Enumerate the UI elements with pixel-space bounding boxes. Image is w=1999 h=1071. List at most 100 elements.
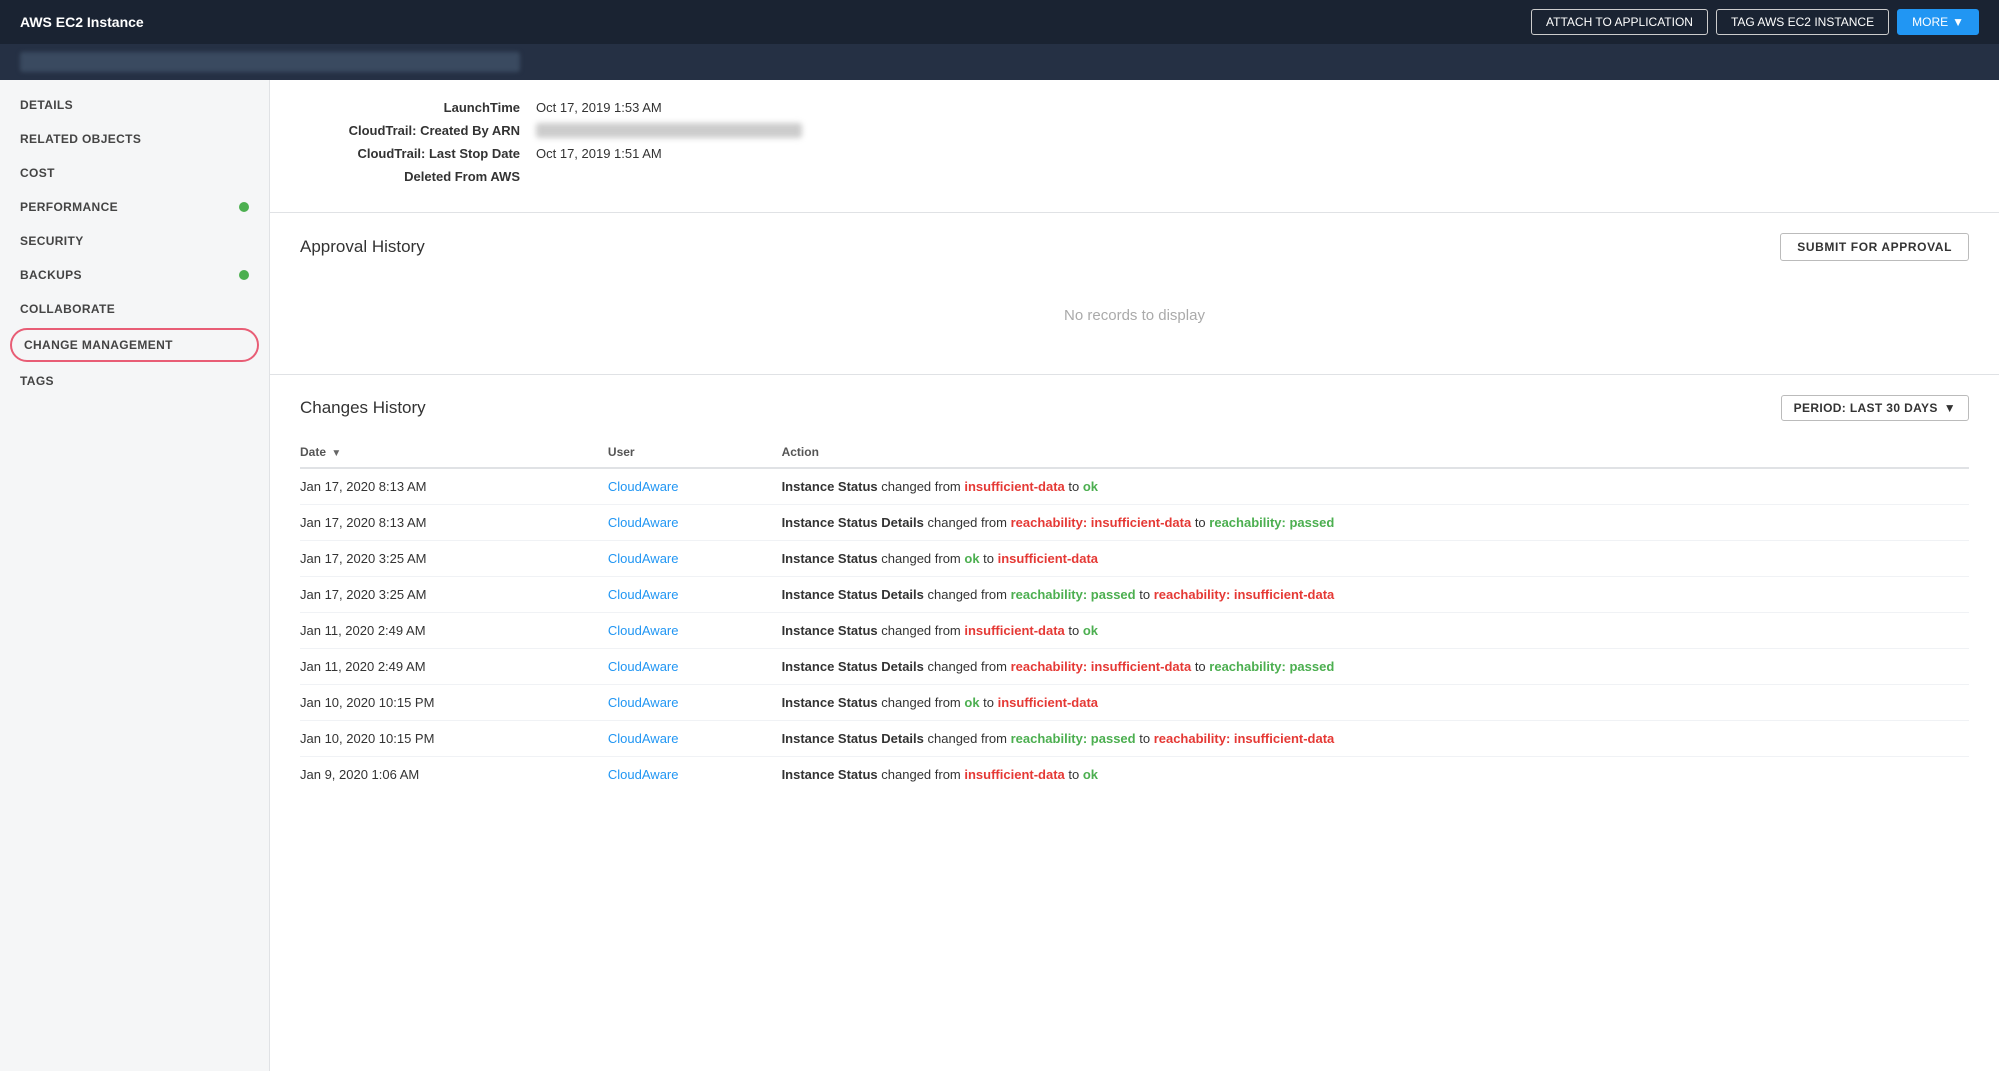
action-to-value: reachability: insufficient-data: [1154, 587, 1335, 602]
col-date[interactable]: Date ▼: [300, 437, 608, 468]
cell-user: CloudAware: [608, 721, 782, 757]
cell-action: Instance Status changed from ok to insuf…: [782, 685, 1969, 721]
action-from-value: ok: [964, 551, 979, 566]
approval-history-title: Approval History: [300, 237, 425, 257]
table-row: Jan 17, 2020 8:13 AMCloudAware Instance S…: [300, 468, 1969, 505]
table-row: Jan 9, 2020 1:06 AMCloudAwareInstance St…: [300, 757, 1969, 793]
page-title: AWS EC2 Instance: [20, 14, 144, 30]
action-to-value: ok: [1083, 623, 1098, 638]
sort-arrow-icon: ▼: [331, 448, 341, 459]
more-button[interactable]: MORE ▼: [1897, 9, 1979, 35]
cell-user: CloudAware: [608, 757, 782, 793]
user-link[interactable]: CloudAware: [608, 767, 679, 782]
cell-action: Instance Status changed from insufficien…: [782, 757, 1969, 793]
sidebar-item-details[interactable]: DETAILS: [0, 88, 269, 122]
user-link[interactable]: CloudAware: [608, 551, 679, 566]
cloudtrail-stop-label: CloudTrail: Last Stop Date: [300, 146, 520, 161]
action-prefix: Instance Status Details: [782, 587, 924, 602]
cell-user: CloudAware: [608, 613, 782, 649]
action-from-value: insufficient-data: [964, 767, 1064, 782]
sidebar-item-tags[interactable]: TAGS: [0, 364, 269, 398]
sidebar-item-label: PERFORMANCE: [20, 200, 118, 214]
cloudtrail-arn-label: CloudTrail: Created By ARN: [300, 123, 520, 138]
user-link[interactable]: CloudAware: [608, 479, 679, 494]
table-row: Jan 17, 2020 3:25 AMCloudAwareInstance S…: [300, 577, 1969, 613]
action-to-value: ok: [1083, 767, 1098, 782]
sidebar-item-security[interactable]: SECURITY: [0, 224, 269, 258]
approval-history-header: Approval History SUBMIT FOR APPROVAL: [300, 233, 1969, 261]
sidebar-item-change-management[interactable]: CHANGE MANAGEMENT: [10, 328, 259, 362]
cell-action: Instance Status changed from ok to insuf…: [782, 541, 1969, 577]
chevron-down-icon: ▼: [1952, 15, 1964, 29]
deleted-label: Deleted From AWS: [300, 169, 520, 184]
cell-action: Instance Status changed from insufficien…: [782, 613, 1969, 649]
sidebar-item-backups[interactable]: BACKUPS: [0, 258, 269, 292]
approval-history-section: Approval History SUBMIT FOR APPROVAL No …: [270, 213, 1999, 375]
deleted-row: Deleted From AWS: [300, 169, 1969, 184]
sidebar-item-label: SECURITY: [20, 234, 84, 248]
cell-user: CloudAware: [608, 649, 782, 685]
content-area: LaunchTime Oct 17, 2019 1:53 AM CloudTra…: [270, 80, 1999, 1071]
action-to-value: insufficient-data: [998, 695, 1098, 710]
table-header: Date ▼ User Action: [300, 437, 1969, 468]
status-dot-icon: [239, 202, 249, 212]
action-prefix: Instance Status Details: [782, 659, 924, 674]
sidebar-item-cost[interactable]: COST: [0, 156, 269, 190]
sidebar-item-performance[interactable]: PERFORMANCE: [0, 190, 269, 224]
action-to-value: reachability: insufficient-data: [1154, 731, 1335, 746]
action-from-value: reachability: insufficient-data: [1011, 515, 1192, 530]
sidebar-item-related-objects[interactable]: RELATED OBJECTS: [0, 122, 269, 156]
user-link[interactable]: CloudAware: [608, 659, 679, 674]
action-prefix: Instance Status: [782, 479, 878, 494]
user-link[interactable]: CloudAware: [608, 623, 679, 638]
action-prefix: Instance Status: [782, 767, 878, 782]
no-records-message: No records to display: [300, 277, 1969, 354]
user-link[interactable]: CloudAware: [608, 515, 679, 530]
sidebar-item-label: TAGS: [20, 374, 54, 388]
cell-action: Instance Status changed from insufficien…: [782, 468, 1969, 505]
sidebar-item-label: BACKUPS: [20, 268, 82, 282]
table-row: Jan 17, 2020 3:25 AMCloudAwareInstance S…: [300, 541, 1969, 577]
attach-to-application-button[interactable]: ATTACH TO APPLICATION: [1531, 9, 1708, 35]
details-section: LaunchTime Oct 17, 2019 1:53 AM CloudTra…: [270, 80, 1999, 213]
cell-date: Jan 17, 2020 8:13 AM: [300, 468, 608, 505]
action-to-value: reachability: passed: [1209, 659, 1334, 674]
launch-time-row: LaunchTime Oct 17, 2019 1:53 AM: [300, 100, 1969, 115]
action-to-value: insufficient-data: [998, 551, 1098, 566]
header-actions: ATTACH TO APPLICATION TAG AWS EC2 INSTAN…: [1531, 9, 1979, 35]
user-link[interactable]: CloudAware: [608, 587, 679, 602]
changes-table: Date ▼ User Action Jan 17, 2020 8:13 AMC…: [300, 437, 1969, 792]
user-link[interactable]: CloudAware: [608, 731, 679, 746]
action-prefix: Instance Status Details: [782, 731, 924, 746]
sub-header: [0, 44, 1999, 80]
status-dot-icon: [239, 270, 249, 280]
chevron-down-icon: ▼: [1944, 401, 1956, 415]
action-to-value: reachability: passed: [1209, 515, 1334, 530]
action-prefix: Instance Status: [782, 551, 878, 566]
col-user: User: [608, 437, 782, 468]
cell-date: Jan 10, 2020 10:15 PM: [300, 685, 608, 721]
action-from-value: reachability: passed: [1011, 731, 1136, 746]
submit-for-approval-button[interactable]: SUBMIT FOR APPROVAL: [1780, 233, 1969, 261]
sidebar-item-collaborate[interactable]: COLLABORATE: [0, 292, 269, 326]
tag-aws-ec2-button[interactable]: TAG AWS EC2 INSTANCE: [1716, 9, 1889, 35]
action-prefix: Instance Status: [782, 695, 878, 710]
user-link[interactable]: CloudAware: [608, 695, 679, 710]
cell-action: Instance Status Details changed from rea…: [782, 505, 1969, 541]
action-from-value: reachability: passed: [1011, 587, 1136, 602]
cell-user: CloudAware: [608, 468, 782, 505]
table-row: Jan 11, 2020 2:49 AMCloudAwareInstance S…: [300, 613, 1969, 649]
action-to-value: ok: [1083, 479, 1098, 494]
action-prefix: Instance Status: [782, 623, 878, 638]
col-action: Action: [782, 437, 1969, 468]
action-from-value: reachability: insufficient-data: [1011, 659, 1192, 674]
cloudtrail-stop-row: CloudTrail: Last Stop Date Oct 17, 2019 …: [300, 146, 1969, 161]
cell-action: Instance Status Details changed from rea…: [782, 721, 1969, 757]
sidebar-item-label: DETAILS: [20, 98, 73, 112]
cloudtrail-arn-row: CloudTrail: Created By ARN arn:aws:iam::…: [300, 123, 1969, 138]
sidebar-item-label: RELATED OBJECTS: [20, 132, 141, 146]
action-from-value: insufficient-data: [964, 623, 1064, 638]
changes-history-title: Changes History: [300, 398, 426, 418]
sidebar-item-label: CHANGE MANAGEMENT: [24, 338, 173, 352]
period-button[interactable]: PERIOD: LAST 30 DAYS ▼: [1781, 395, 1969, 421]
